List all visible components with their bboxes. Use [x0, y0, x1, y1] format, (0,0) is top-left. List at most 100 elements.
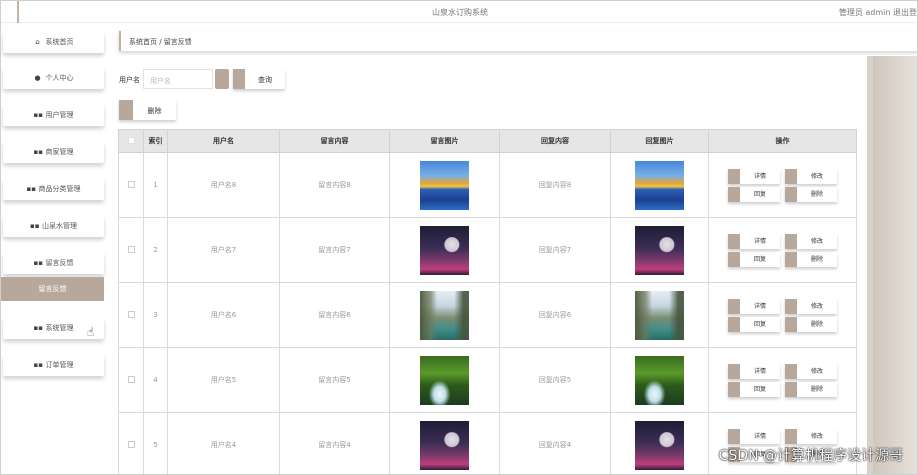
detail-button[interactable]: 详情	[728, 428, 780, 444]
row-select-cell[interactable]	[118, 152, 144, 218]
user-info[interactable]: 管理员 admin 退出登	[839, 7, 917, 18]
reply-button[interactable]: 回复	[728, 251, 780, 267]
sidebar-item-label: 系统首页	[45, 38, 74, 46]
row-content: 留言内容7	[279, 217, 390, 283]
row-reply-image-cell	[610, 152, 709, 218]
feedback-image[interactable]	[420, 225, 469, 275]
sidebar-item-label: 山泉水管理	[42, 222, 77, 230]
row-actions: 详情 修改 回复 删除	[708, 347, 857, 413]
feedback-image[interactable]	[420, 355, 469, 405]
grid-icon: ▪▪	[33, 361, 44, 369]
select-all-checkbox[interactable]	[127, 136, 135, 144]
table-row: 4 用户名5 留言内容5 回复内容5 详情 修改 回复 删除	[118, 347, 857, 413]
row-reply: 回复内容7	[499, 217, 611, 283]
edit-button[interactable]: 修改	[785, 363, 837, 379]
sidebar-item-2[interactable]: ▪▪ 用户管理	[3, 104, 104, 126]
detail-button[interactable]: 详情	[728, 168, 780, 184]
username-search-input[interactable]: 用户名	[143, 69, 213, 89]
sidebar-item-6[interactable]: ▪▪ 留言反馈	[3, 252, 104, 274]
grid-icon: ▪▪	[33, 111, 44, 119]
row-checkbox[interactable]	[127, 375, 135, 383]
person-icon: ●	[34, 74, 41, 82]
search-input-accent	[215, 69, 229, 89]
row-content: 留言内容5	[279, 347, 390, 413]
sidebar-item-1[interactable]: ● 个人中心	[3, 67, 104, 89]
sidebar-item-0[interactable]: ⌂ 系统首页	[3, 31, 104, 53]
reply-button[interactable]: 回复	[728, 316, 780, 332]
row-username: 用户名4	[167, 412, 280, 474]
sidebar-item-4[interactable]: ▪▪ 商品分类管理	[3, 178, 104, 200]
reply-image[interactable]	[635, 420, 684, 470]
row-actions: 详情 修改 回复 删除	[708, 152, 857, 218]
row-checkbox[interactable]	[127, 245, 135, 253]
reply-image[interactable]	[635, 160, 684, 210]
row-checkbox[interactable]	[127, 310, 135, 318]
feedback-image[interactable]	[420, 290, 469, 340]
sidebar-item-label: 个人中心	[45, 74, 74, 82]
row-actions: 详情 修改 回复 删除	[708, 217, 857, 283]
batch-delete-button[interactable]: 删除	[119, 100, 176, 120]
reply-image[interactable]	[635, 290, 684, 340]
reply-button[interactable]: 回复	[728, 381, 780, 397]
sidebar-item-9[interactable]: ▪▪ 订单管理	[3, 354, 104, 376]
sidebar-item-3[interactable]: ▪▪ 商家管理	[3, 141, 104, 163]
row-index: 1	[143, 152, 168, 218]
delete-button[interactable]: 删除	[785, 186, 837, 202]
edit-button[interactable]: 修改	[785, 233, 837, 249]
row-image-cell	[389, 347, 500, 413]
row-checkbox[interactable]	[127, 180, 135, 188]
table-row: 2 用户名7 留言内容7 回复内容7 详情 修改 回复 删除	[118, 217, 857, 283]
sidebar: ⌂ 系统首页 ● 个人中心 ▪▪ 用户管理 ▪▪ 商家管理 ▪▪ 商品分类管理 ▪▪ 山泉水管理 ▪▪ 留…	[1, 23, 104, 474]
row-select-cell[interactable]	[118, 347, 144, 413]
reply-image[interactable]	[635, 355, 684, 405]
sidebar-item-label: 留言反馈	[45, 259, 74, 267]
row-reply-image-cell	[610, 412, 709, 474]
detail-button[interactable]: 详情	[728, 233, 780, 249]
app-title: 山泉水订购系统	[432, 8, 488, 17]
reply-image[interactable]	[635, 225, 684, 275]
delete-button[interactable]: 删除	[785, 316, 837, 332]
table-row: 3 用户名6 留言内容6 回复内容6 详情 修改 回复 删除	[118, 282, 857, 348]
app-window: 山泉水订购系统 管理员 admin 退出登 ⌂ 系统首页 ● 个人中心 ▪▪ 用户管理 ▪▪…	[0, 0, 918, 475]
row-username: 用户名6	[167, 282, 280, 348]
query-button[interactable]: 查询	[233, 69, 285, 89]
header-select-all[interactable]	[118, 129, 144, 153]
top-bar: 山泉水订购系统 管理员 admin 退出登	[1, 1, 917, 23]
sidebar-item-label: 用户管理	[45, 111, 74, 119]
row-image-cell	[389, 152, 500, 218]
delete-button[interactable]: 删除	[785, 251, 837, 267]
row-select-cell[interactable]	[118, 412, 144, 474]
row-reply-image-cell	[610, 217, 709, 283]
detail-button[interactable]: 详情	[728, 298, 780, 314]
edit-button[interactable]: 修改	[785, 168, 837, 184]
row-image-cell	[389, 282, 500, 348]
feedback-image[interactable]	[420, 420, 469, 470]
sidebar-item-7[interactable]: 留言反馈	[1, 277, 104, 301]
header-reply-image: 回复图片	[610, 129, 709, 153]
row-reply-image-cell	[610, 282, 709, 348]
search-label: 用户名	[119, 76, 140, 84]
row-checkbox[interactable]	[127, 440, 135, 448]
edit-button[interactable]: 修改	[785, 298, 837, 314]
right-decor-strip	[873, 56, 917, 474]
row-username: 用户名7	[167, 217, 280, 283]
row-reply: 回复内容5	[499, 347, 611, 413]
row-select-cell[interactable]	[118, 282, 144, 348]
row-content: 留言内容8	[279, 152, 390, 218]
row-actions: 详情 修改 回复 删除	[708, 282, 857, 348]
delete-button[interactable]: 删除	[785, 381, 837, 397]
row-username: 用户名8	[167, 152, 280, 218]
sidebar-item-label: 订单管理	[45, 361, 74, 369]
header-image: 留言图片	[389, 129, 500, 153]
row-reply-image-cell	[610, 347, 709, 413]
row-image-cell	[389, 412, 500, 474]
row-select-cell[interactable]	[118, 217, 144, 283]
sidebar-item-5[interactable]: ▪▪ 山泉水管理	[3, 215, 104, 237]
feedback-image[interactable]	[420, 160, 469, 210]
grid-icon: ▪▪	[33, 148, 44, 156]
detail-button[interactable]: 详情	[728, 363, 780, 379]
sidebar-item-label: 留言反馈	[38, 285, 67, 293]
edit-button[interactable]: 修改	[785, 428, 837, 444]
row-content: 留言内容4	[279, 412, 390, 474]
reply-button[interactable]: 回复	[728, 186, 780, 202]
